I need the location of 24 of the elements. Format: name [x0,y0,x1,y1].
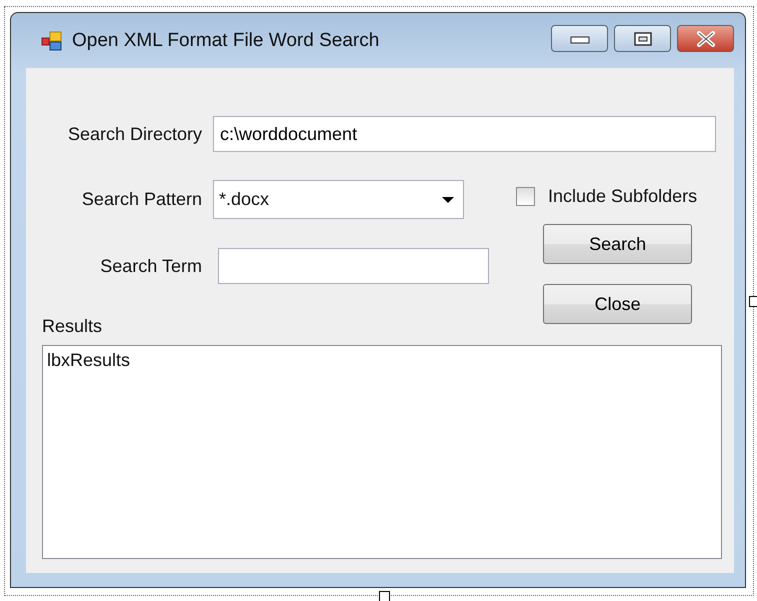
field-label: Search Directory [66,124,203,144]
action-button[interactable]: Close [543,284,692,324]
resize-handle[interactable] [749,296,757,307]
close-icon [696,30,716,46]
list-item[interactable]: lbxResults [47,350,130,371]
window-title: Open XML Format File Word Search [72,30,380,52]
resize-handle[interactable] [379,591,390,601]
action-button[interactable]: Search [543,224,692,264]
subfolders-checkbox[interactable] [516,187,535,206]
app-icon [41,30,63,52]
maximize-icon [632,32,652,46]
results-listbox[interactable]: lbxResults [42,345,722,559]
term-field[interactable] [218,248,489,284]
maximize-button[interactable] [614,25,671,52]
directory-field[interactable]: c:\worddocument [213,116,716,152]
pattern-dropdown[interactable]: *.docx [213,180,464,219]
field-label: Search Pattern [80,189,203,210]
field-label: Search Term [99,256,203,276]
minimize-icon [570,34,590,44]
checkbox-label: Include Subfolders [548,186,698,207]
close-button[interactable] [677,25,734,52]
dropdown-arrow-icon [441,196,455,204]
results-label: Results [42,316,102,337]
minimize-button[interactable] [551,25,608,52]
